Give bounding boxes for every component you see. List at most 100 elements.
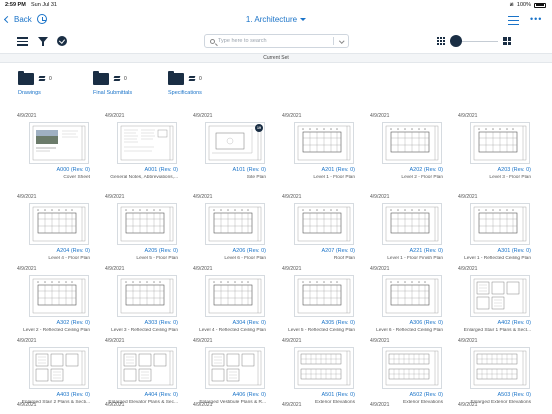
sheet-date: 4/9/2021 <box>105 338 125 344</box>
sheet-thumbnail[interactable] <box>117 122 177 164</box>
sheet-thumbnail[interactable] <box>470 347 530 389</box>
toolbar <box>0 31 552 53</box>
sheet-number-link[interactable]: A303 (Rev. 0) <box>98 320 178 326</box>
sheet-number-link[interactable]: A203 (Rev. 0) <box>451 167 531 173</box>
sheet-number-link[interactable]: A403 (Rev. 0) <box>10 392 90 398</box>
sheet-number-link[interactable]: A305 (Rev. 0) <box>275 320 355 326</box>
status-date: Sun Jul 31 <box>31 2 57 8</box>
sheet-number-link[interactable]: A207 (Rev. 0) <box>275 248 355 254</box>
folder-drawings[interactable]: 0 Drawings <box>18 71 78 103</box>
drawing-preview <box>473 125 527 161</box>
sheet-thumbnail[interactable] <box>29 203 89 245</box>
drawing-preview <box>385 350 439 386</box>
folder-name: Final Submittals <box>93 90 133 96</box>
sheet-title: Site Plan <box>246 175 266 180</box>
sheet-thumbnail[interactable] <box>205 203 265 245</box>
sheet-thumbnail[interactable] <box>382 275 442 317</box>
drawing-preview <box>120 125 174 161</box>
sheet-thumbnail[interactable] <box>294 122 354 164</box>
small-grid-icon[interactable] <box>437 37 445 45</box>
sheet-title: Level 6 - Floor Plan <box>224 256 266 261</box>
sheet-title: Level 5 - Reflected Ceiling Plan <box>288 328 355 333</box>
sheet-thumbnail[interactable] <box>382 347 442 389</box>
sheet-date: 4/9/2021 <box>105 113 125 119</box>
sheet-thumbnail[interactable] <box>382 203 442 245</box>
sheet-date: 4/9/2021 <box>193 266 213 272</box>
sheet-date: 4/9/2021 <box>17 194 37 200</box>
sheet-thumbnail[interactable] <box>294 347 354 389</box>
sheet-date: 4/9/2021 <box>458 194 478 200</box>
sheet-thumbnail[interactable] <box>470 122 530 164</box>
drawing-preview <box>32 125 86 161</box>
sheet-thumbnail[interactable] <box>294 203 354 245</box>
sheet-thumbnail[interactable] <box>117 347 177 389</box>
drawing-preview <box>385 125 439 161</box>
sheet-number-link[interactable]: A206 (Rev. 0) <box>186 248 266 254</box>
sheet-date: 4/9/2021 <box>105 266 125 272</box>
drawing-preview <box>120 278 174 314</box>
sheet-number-link[interactable]: A000 (Rev. 0) <box>10 167 90 173</box>
list-view-icon[interactable] <box>508 16 519 25</box>
sheet-thumbnail[interactable] <box>382 122 442 164</box>
search-input[interactable] <box>218 35 333 47</box>
sheet-title: Level 3 - Reflected Ceiling Plan <box>111 328 178 333</box>
filter-icon[interactable] <box>38 37 48 46</box>
sheet-date: 4/9/2021 <box>193 402 213 408</box>
sheet-thumbnail[interactable] <box>470 203 530 245</box>
sheet-number-link[interactable]: A402 (Rev. 0) <box>451 320 531 326</box>
sheet-title: Level 3 - Floor Plan <box>489 175 531 180</box>
sheet-number-link[interactable]: A201 (Rev. 0) <box>275 167 355 173</box>
sheet-thumbnail[interactable] <box>117 275 177 317</box>
folder-icon <box>18 71 34 85</box>
sheet-thumbnail[interactable] <box>470 275 530 317</box>
sheet-number-link[interactable]: A406 (Rev. 0) <box>186 392 266 398</box>
sheet-thumbnail[interactable] <box>29 275 89 317</box>
sheet-number-link[interactable]: A404 (Rev. 0) <box>98 392 178 398</box>
sheet-date: 4/9/2021 <box>370 194 390 200</box>
menu-icon[interactable] <box>17 37 28 46</box>
drawing-preview <box>473 206 527 242</box>
sheet-number-link[interactable]: A503 (Rev. 0) <box>451 392 531 398</box>
drawing-preview <box>297 350 351 386</box>
sheet-number-link[interactable]: A501 (Rev. 0) <box>275 392 355 398</box>
folder-count: 0 <box>124 76 127 82</box>
sheet-thumbnail[interactable] <box>29 122 89 164</box>
sheet-number-link[interactable]: A304 (Rev. 0) <box>186 320 266 326</box>
sheet-number-link[interactable]: A101 (Rev. 0) <box>186 167 266 173</box>
sheet-number-link[interactable]: A302 (Rev. 0) <box>10 320 90 326</box>
folder-final-submittals[interactable]: 0 Final Submittals <box>93 71 163 103</box>
sheet-number-link[interactable]: A221 (Rev. 0) <box>363 248 443 254</box>
more-icon[interactable]: ••• <box>530 15 542 24</box>
drawing-preview <box>208 206 262 242</box>
sheet-date: 4/9/2021 <box>105 194 125 200</box>
folder-count: 0 <box>199 76 202 82</box>
sheet-number-link[interactable]: A306 (Rev. 0) <box>363 320 443 326</box>
large-grid-icon[interactable] <box>503 37 511 45</box>
sheet-number-link[interactable]: A502 (Rev. 0) <box>363 392 443 398</box>
chevron-down-icon[interactable] <box>338 38 344 44</box>
folder-specifications[interactable]: 0 Specifications <box>168 71 228 103</box>
sheet-number-link[interactable]: A204 (Rev. 0) <box>10 248 90 254</box>
sheet-thumbnail[interactable] <box>205 347 265 389</box>
sheet-number-link[interactable]: A001 (Rev. 0) <box>98 167 178 173</box>
project-title-dropdown[interactable]: 1. Architecture <box>0 15 552 24</box>
nav-title-label: 1. Architecture <box>245 15 298 24</box>
sheet-number-link[interactable]: A202 (Rev. 0) <box>363 167 443 173</box>
sheet-number-link[interactable]: A205 (Rev. 0) <box>98 248 178 254</box>
sheet-thumbnail[interactable] <box>205 275 265 317</box>
sheet-thumbnail[interactable] <box>294 275 354 317</box>
caret-down-icon <box>300 18 307 22</box>
stack-icon <box>188 76 196 82</box>
slider-knob[interactable] <box>450 35 462 47</box>
sheet-date: 4/9/2021 <box>370 402 390 408</box>
sheet-thumbnail[interactable] <box>29 347 89 389</box>
sheet-date: 4/9/2021 <box>370 266 390 272</box>
sheet-number-link[interactable]: A301 (Rev. 0) <box>451 248 531 254</box>
thumbnail-size-slider[interactable] <box>450 35 500 47</box>
select-check-icon[interactable] <box>57 36 67 46</box>
drawing-preview <box>120 206 174 242</box>
sheet-title: Level 1 - Floor Finish Plan <box>387 256 443 261</box>
sheet-date: 4/9/2021 <box>370 338 390 344</box>
sheet-title: Level 1 - Reflected Ceiling Plan <box>464 256 531 261</box>
sheet-thumbnail[interactable] <box>117 203 177 245</box>
